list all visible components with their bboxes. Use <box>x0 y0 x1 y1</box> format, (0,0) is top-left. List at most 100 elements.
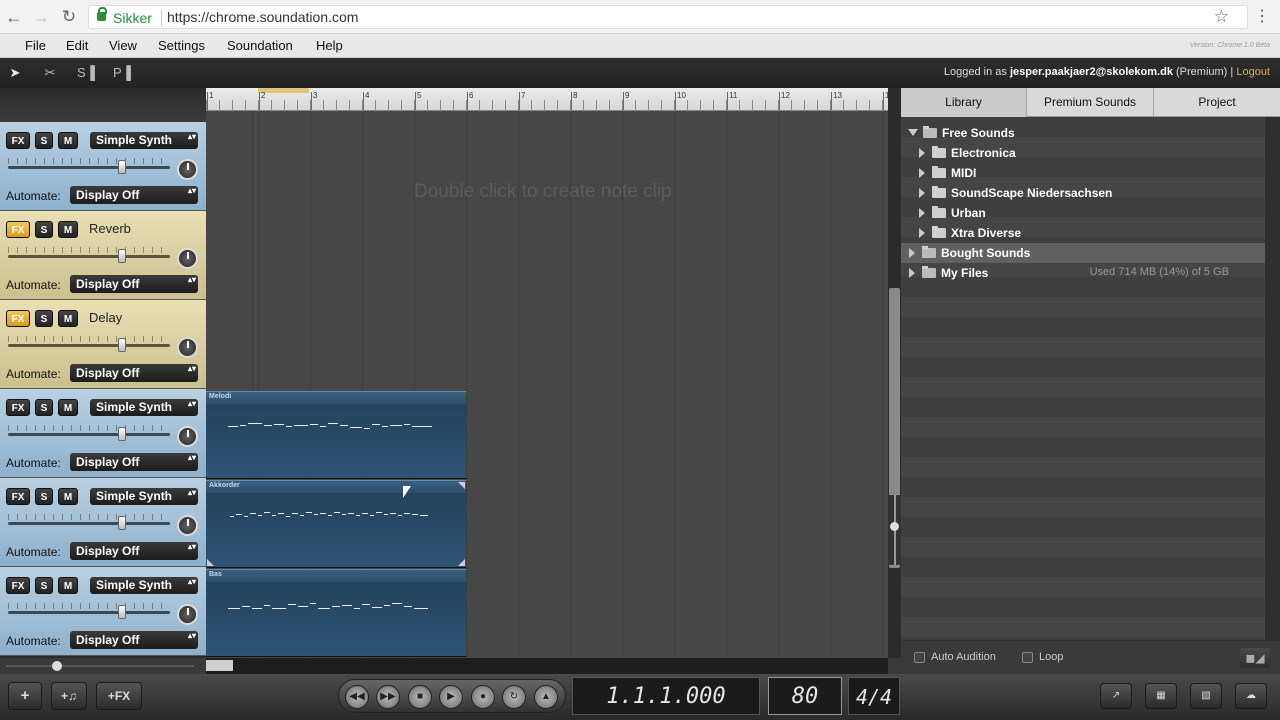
tree-electronica[interactable]: Electronica <box>901 143 1265 163</box>
pan-knob[interactable] <box>177 515 198 536</box>
library-scrollbar[interactable] <box>1265 117 1280 640</box>
instrument-select[interactable]: Simple Synth <box>90 577 198 594</box>
menu-help[interactable]: Help <box>316 38 343 53</box>
track-panel-scrollbar[interactable] <box>0 658 206 674</box>
tree-midi[interactable]: MIDI <box>901 163 1265 183</box>
stop-icon[interactable]: ■ <box>408 685 432 709</box>
clip-bas[interactable]: Bas <box>206 569 466 657</box>
expand-icon[interactable] <box>919 168 925 178</box>
track-simple-synth-2[interactable]: FX S M Simple Synth Automate: Display Of… <box>0 389 206 478</box>
address-bar[interactable]: Sikker https://chrome.soundation.com ☆ <box>88 5 1248 29</box>
timeline-ruler[interactable]: 1234567891011121314 <box>206 88 888 111</box>
track-reverb[interactable]: FX S M Reverb Automate: Display Off <box>0 211 206 300</box>
arrangement-horizontal-scrollbar[interactable] <box>206 658 888 674</box>
loop-icon[interactable]: ↻ <box>502 685 526 709</box>
expand-icon[interactable] <box>909 248 915 258</box>
fx-button[interactable]: FX <box>6 399 30 416</box>
instrument-select[interactable]: Simple Synth <box>90 399 198 416</box>
arrangement-vertical-scrollbar[interactable] <box>888 88 901 658</box>
menu-file[interactable]: File <box>25 38 46 53</box>
back-icon[interactable]: ← <box>3 6 25 28</box>
volume-thumb[interactable] <box>118 338 126 352</box>
volume-slider[interactable] <box>8 160 170 174</box>
reload-icon[interactable]: ↻ <box>58 6 80 28</box>
menu-soundation[interactable]: Soundation <box>227 38 293 53</box>
fx-button[interactable]: FX <box>6 310 30 327</box>
pan-knob[interactable] <box>177 604 198 625</box>
menu-edit[interactable]: Edit <box>66 38 88 53</box>
track-simple-synth-4[interactable]: FX S M Simple Synth Automate: Display Of… <box>0 567 206 656</box>
mute-button[interactable]: M <box>58 132 78 149</box>
volume-slider[interactable] <box>8 427 170 441</box>
automate-select[interactable]: Display Off <box>70 186 198 204</box>
track-simple-synth-1[interactable]: FX S M Simple Synth Automate: Display Of… <box>0 122 206 211</box>
tree-xtra-diverse[interactable]: Xtra Diverse <box>901 223 1265 243</box>
track-simple-synth-3[interactable]: FX S M Simple Synth Automate: Display Of… <box>0 478 206 567</box>
arrangement-grid[interactable]: Double click to create note clip Melodi … <box>206 111 888 658</box>
tree-soundscape[interactable]: SoundScape Niedersachsen <box>901 183 1265 203</box>
forward-icon[interactable]: → <box>30 6 52 28</box>
automate-select[interactable]: Display Off <box>70 275 198 293</box>
solo-button[interactable]: S <box>35 132 53 149</box>
pan-knob[interactable] <box>177 426 198 447</box>
pointer-tool-icon[interactable]: ➤ <box>3 62 27 84</box>
expand-icon[interactable] <box>919 208 925 218</box>
solo-button[interactable]: S <box>35 577 53 594</box>
tree-free-sounds[interactable]: Free Sounds <box>901 123 1265 143</box>
clip-akkorder[interactable]: Akkorder <box>206 480 466 568</box>
fast-forward-icon[interactable]: ▶▶ <box>376 685 400 709</box>
mute-button[interactable]: M <box>58 310 78 327</box>
resize-corner-left[interactable] <box>207 559 214 566</box>
pencil-tool-icon[interactable]: P▐ <box>110 62 134 84</box>
kebab-icon[interactable]: ⋮ <box>1254 6 1270 26</box>
expand-icon[interactable] <box>909 268 915 278</box>
automate-select[interactable]: Display Off <box>70 631 198 649</box>
metronome-icon[interactable]: ▲ <box>534 685 558 709</box>
solo-button[interactable]: S <box>35 399 53 416</box>
fx-button[interactable]: FX <box>6 577 30 594</box>
fx-button[interactable]: FX <box>6 221 30 238</box>
keyboard-icon[interactable]: ▧ <box>1190 683 1222 709</box>
expand-icon[interactable] <box>919 148 925 158</box>
expand-icon[interactable] <box>919 228 925 238</box>
volume-thumb[interactable] <box>118 605 126 619</box>
instrument-select[interactable]: Simple Synth <box>90 132 198 149</box>
add-fx-track-button[interactable]: +FX <box>96 682 142 710</box>
resize-corner-top[interactable] <box>458 482 465 489</box>
auto-audition-checkbox[interactable] <box>914 652 925 663</box>
scroll-thumb[interactable] <box>52 661 62 671</box>
speaker-icon[interactable]: ◼◢ <box>1240 648 1270 668</box>
solo-button[interactable]: S <box>35 221 53 238</box>
mute-button[interactable]: M <box>58 221 78 238</box>
loop-checkbox[interactable] <box>1022 652 1033 663</box>
mute-button[interactable]: M <box>58 577 78 594</box>
automate-select[interactable]: Display Off <box>70 364 198 382</box>
fx-button[interactable]: FX <box>6 132 30 149</box>
cloud-icon[interactable]: ☁ <box>1235 683 1267 709</box>
automate-select[interactable]: Display Off <box>70 542 198 560</box>
tree-bought-sounds[interactable]: Bought Sounds <box>901 243 1265 263</box>
rewind-icon[interactable]: ◀◀ <box>345 685 369 709</box>
add-audio-track-button[interactable]: +♫ <box>51 682 87 710</box>
expand-icon[interactable] <box>919 188 925 198</box>
track-delay[interactable]: FX S M Delay Automate: Display Off <box>0 300 206 389</box>
resize-corner-bottom[interactable] <box>458 559 465 566</box>
tempo-display[interactable]: 80 <box>768 677 842 715</box>
volume-thumb[interactable] <box>118 249 126 263</box>
midi-icon[interactable]: ▦ <box>1145 683 1177 709</box>
volume-thumb[interactable] <box>118 516 126 530</box>
add-track-button[interactable]: + <box>8 682 42 710</box>
logout-link[interactable]: Logout <box>1236 66 1270 78</box>
pan-knob[interactable] <box>177 248 198 269</box>
clip-melodi[interactable]: Melodi <box>206 391 466 479</box>
tab-library[interactable]: Library <box>901 88 1027 117</box>
menu-view[interactable]: View <box>109 38 137 53</box>
menu-settings[interactable]: Settings <box>158 38 205 53</box>
tab-premium-sounds[interactable]: Premium Sounds <box>1027 88 1154 117</box>
tree-my-files[interactable]: My Files Used 714 MB (14%) of 5 GB <box>901 263 1265 283</box>
fx-button[interactable]: FX <box>6 488 30 505</box>
collapse-icon[interactable] <box>908 129 918 136</box>
volume-thumb[interactable] <box>118 160 126 174</box>
horizontal-scroll-thumb[interactable] <box>206 660 233 671</box>
zoom-thumb[interactable] <box>890 522 899 531</box>
